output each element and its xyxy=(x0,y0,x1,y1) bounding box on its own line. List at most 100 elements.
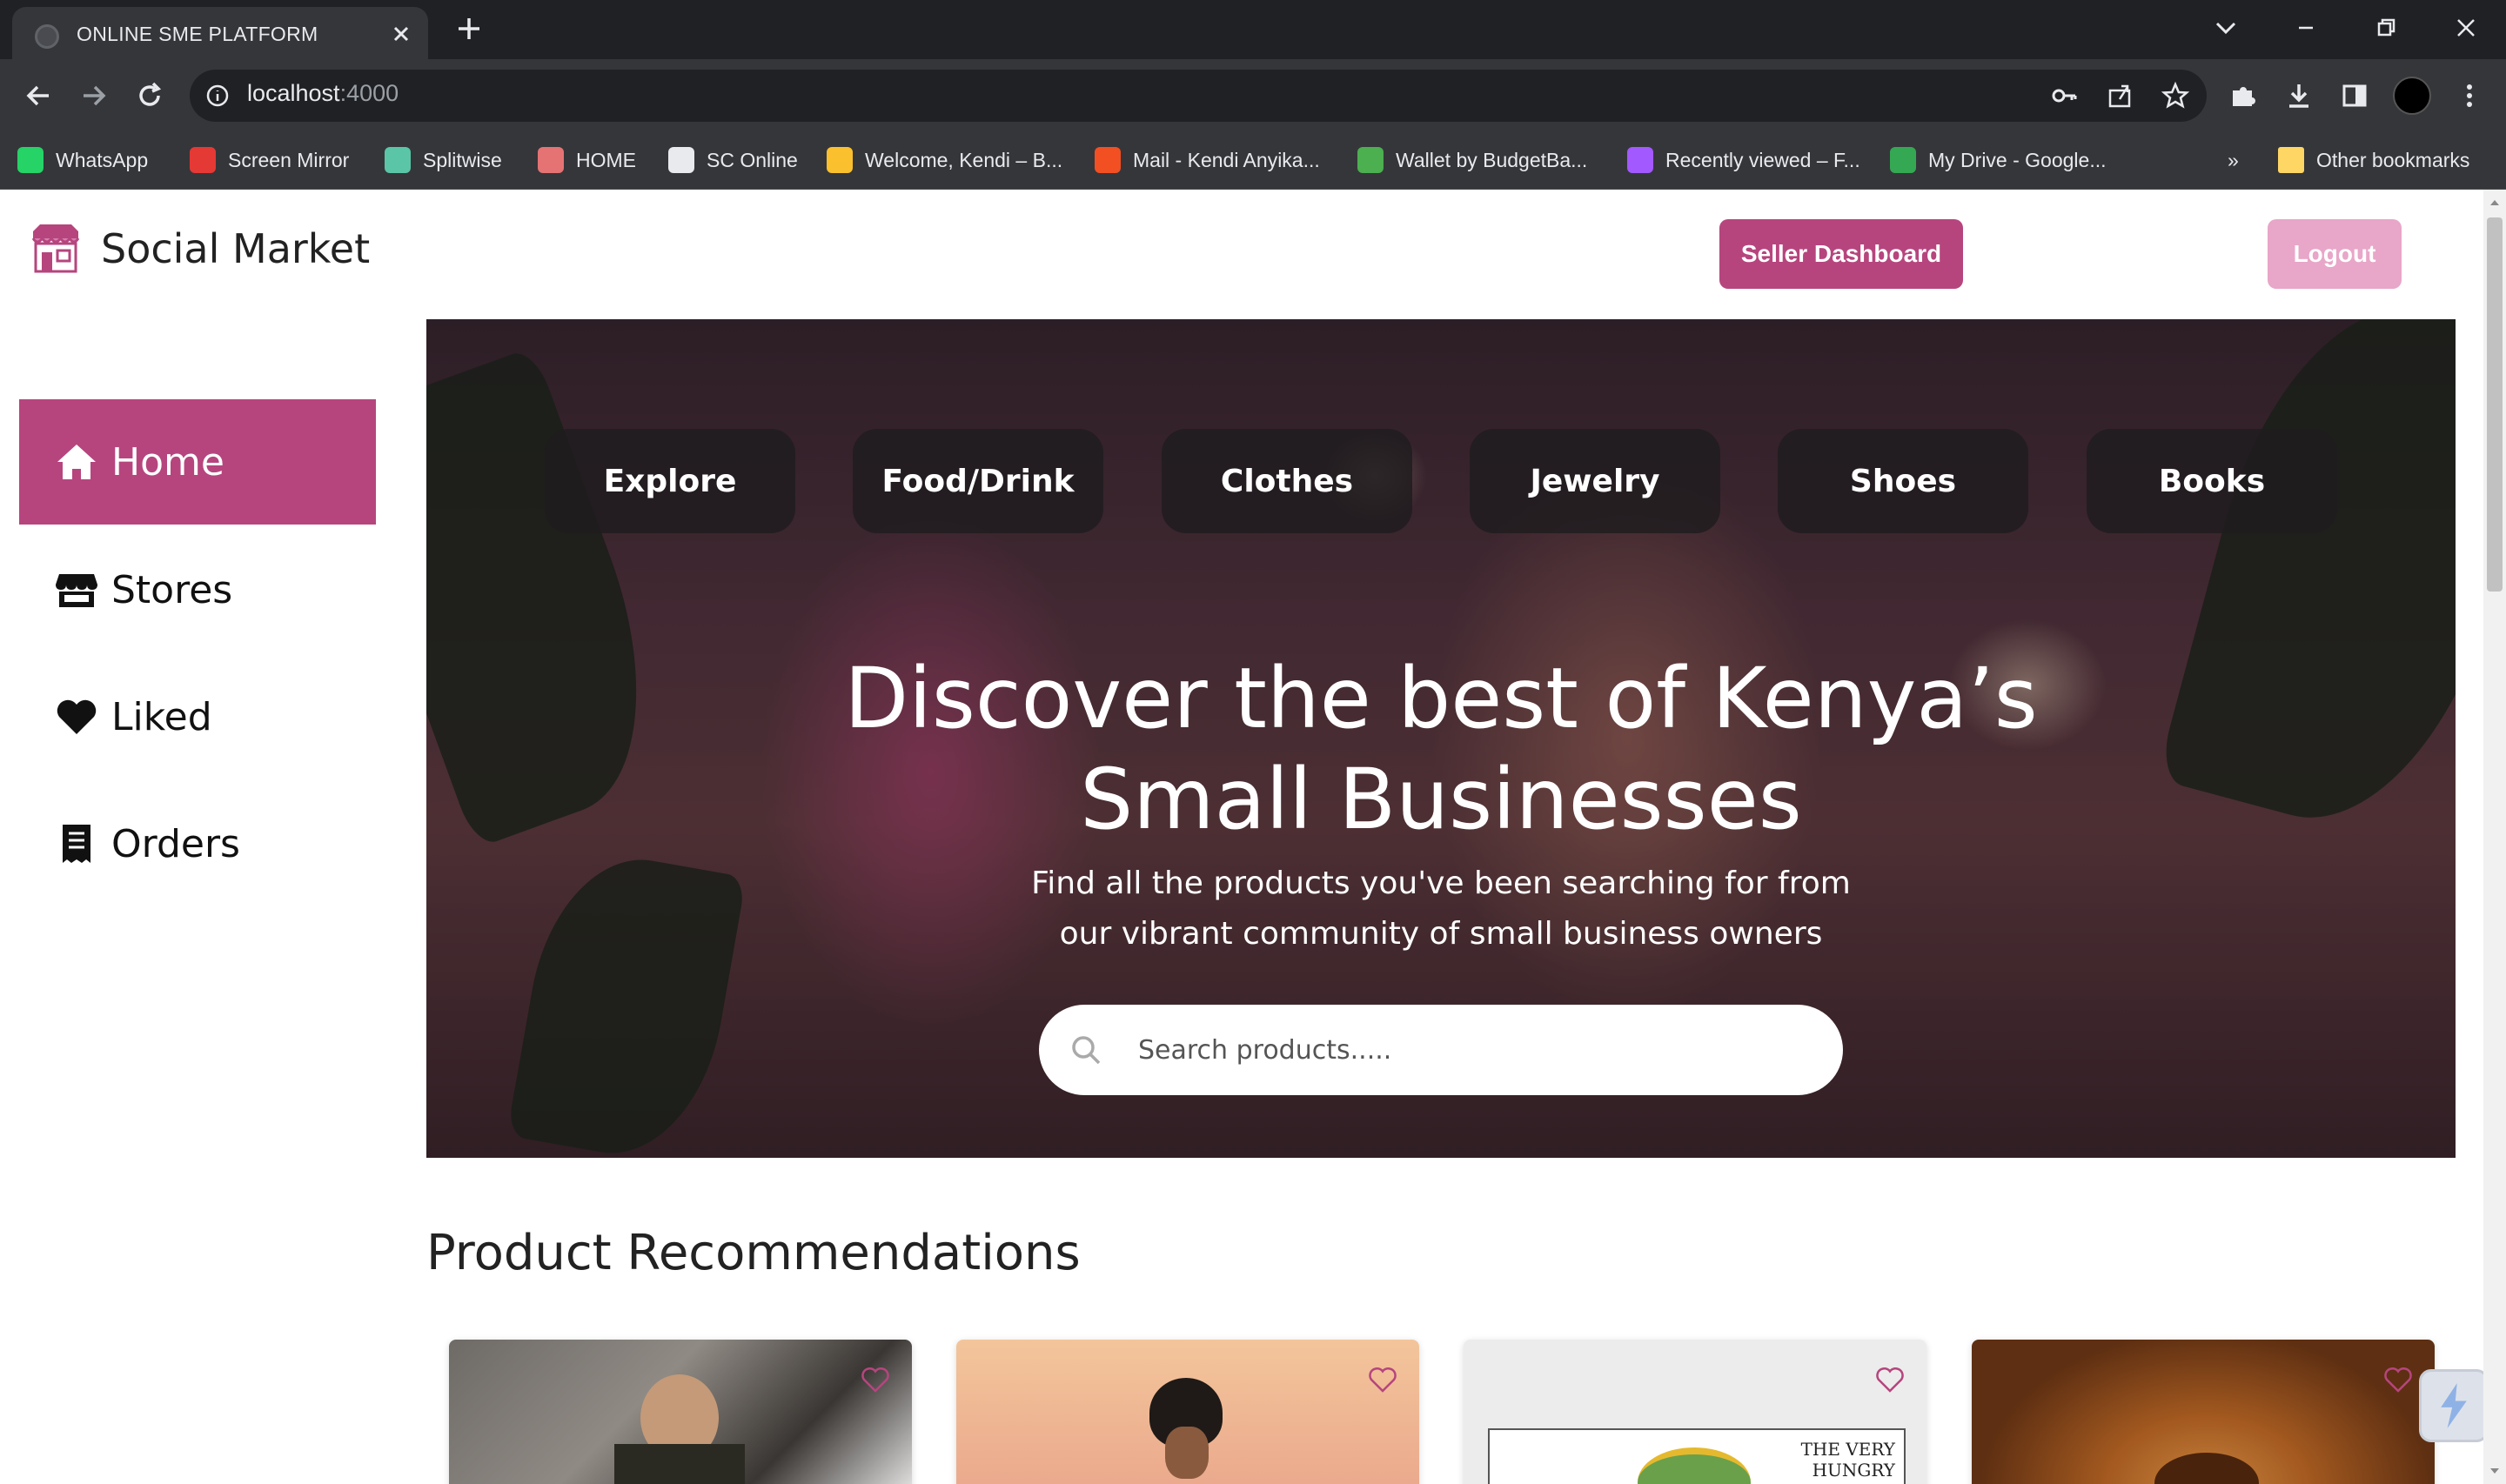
browser-tab-strip: ONLINE SME PLATFORM xyxy=(0,0,2506,59)
bookmark-star-icon[interactable] xyxy=(2160,80,2191,111)
receipt-icon xyxy=(63,825,90,863)
key-icon[interactable] xyxy=(2048,80,2080,111)
splitwise-icon xyxy=(385,147,411,173)
seller-dashboard-button[interactable]: Seller Dashboard xyxy=(1719,219,1963,289)
lightning-icon xyxy=(2441,1383,2467,1428)
category-books[interactable]: Books xyxy=(2087,429,2337,533)
sidebar-item-stores[interactable]: Stores xyxy=(19,527,376,652)
assistant-launcher-button[interactable] xyxy=(2419,1369,2483,1442)
share-icon[interactable] xyxy=(2104,80,2135,111)
category-shoes[interactable]: Shoes xyxy=(1778,429,2028,533)
tab-search-chevron-icon[interactable] xyxy=(2208,10,2243,45)
brand[interactable]: Social Market xyxy=(28,221,370,277)
reload-icon[interactable] xyxy=(132,78,167,113)
like-heart-icon[interactable] xyxy=(2382,1364,2414,1395)
scroll-thumb[interactable] xyxy=(2487,217,2503,592)
bookmark-item[interactable]: Splitwise xyxy=(385,143,502,177)
book-cover-text: THE VERY HUNGRY xyxy=(1800,1439,1895,1481)
sidebar-item-label: Liked xyxy=(111,694,212,739)
page-scrollbar[interactable] xyxy=(2483,190,2506,1484)
category-clothes[interactable]: Clothes xyxy=(1162,429,1412,533)
bookmark-label: Splitwise xyxy=(423,148,502,171)
url-text[interactable]: localhost:4000 xyxy=(247,80,399,107)
sidebar-item-label: Home xyxy=(111,439,224,485)
bookmark-item[interactable]: WhatsApp xyxy=(17,143,148,177)
bookmark-item[interactable]: My Drive - Google... xyxy=(1890,143,2107,177)
google-drive-icon xyxy=(1890,147,1916,173)
home-bookmark-icon xyxy=(538,147,564,173)
search-bar[interactable] xyxy=(1039,1005,1843,1095)
home-icon xyxy=(57,445,96,479)
bar-chart-icon xyxy=(827,147,853,173)
new-tab-icon[interactable] xyxy=(454,14,484,43)
minimize-icon[interactable] xyxy=(2288,10,2323,45)
address-bar[interactable] xyxy=(190,70,2207,122)
product-card[interactable] xyxy=(449,1340,912,1484)
bookmark-label: Wallet by BudgetBa... xyxy=(1396,148,1588,171)
folder-icon xyxy=(2278,147,2304,173)
recommendations-title: Product Recommendations xyxy=(426,1225,1081,1281)
hero-subtitle: Find all the products you've been search… xyxy=(1031,866,1851,952)
bookmark-item[interactable]: SC Online xyxy=(668,143,798,177)
bookmark-label: Welcome, Kendi – B... xyxy=(865,148,1063,171)
side-panel-icon[interactable] xyxy=(2337,78,2372,113)
search-input[interactable] xyxy=(1138,1027,1817,1073)
menu-kebab-icon[interactable] xyxy=(2452,78,2487,113)
screen-mirror-icon xyxy=(190,147,216,173)
forward-icon[interactable] xyxy=(77,78,111,113)
logout-button[interactable]: Logout xyxy=(2268,219,2402,289)
bookmark-item[interactable]: Welcome, Kendi – B... xyxy=(827,143,1062,177)
overflow-chevron-icon[interactable]: » xyxy=(2228,149,2239,172)
sidebar-item-label: Stores xyxy=(111,567,233,612)
microsoft-icon xyxy=(1095,147,1121,173)
category-explore[interactable]: Explore xyxy=(545,429,795,533)
bookmark-label: WhatsApp xyxy=(56,148,149,171)
store-icon xyxy=(56,574,97,607)
sidebar-item-liked[interactable]: Liked xyxy=(19,654,376,779)
product-image: THE VERY HUNGRY xyxy=(1488,1428,1906,1484)
profile-avatar[interactable] xyxy=(2393,77,2431,115)
close-window-icon[interactable] xyxy=(2449,10,2483,45)
site-info-icon[interactable] xyxy=(204,82,231,110)
restore-icon[interactable] xyxy=(2369,10,2403,45)
other-bookmarks[interactable]: Other bookmarks xyxy=(2278,143,2469,177)
product-card[interactable] xyxy=(1972,1340,2435,1484)
product-card[interactable]: THE VERY HUNGRY xyxy=(1464,1340,1926,1484)
sidebar-item-orders[interactable]: Orders xyxy=(19,781,376,906)
bookmark-label: SC Online xyxy=(707,148,798,171)
category-jewelry[interactable]: Jewelry xyxy=(1470,429,1720,533)
bookmark-label: Mail - Kendi Anyika... xyxy=(1133,148,1320,171)
bookmark-label: My Drive - Google... xyxy=(1928,148,2107,171)
category-food-drink[interactable]: Food/Drink xyxy=(853,429,1103,533)
extensions-icon[interactable] xyxy=(2226,78,2261,113)
globe-favicon-icon xyxy=(35,24,59,49)
tab-title: ONLINE SME PLATFORM xyxy=(77,23,318,45)
bookmark-item[interactable]: HOME xyxy=(538,143,636,177)
figma-icon xyxy=(1627,147,1653,173)
download-icon[interactable] xyxy=(2282,78,2316,113)
sidebar-item-home[interactable]: Home xyxy=(19,399,376,525)
bookmark-label: HOME xyxy=(576,148,636,171)
like-heart-icon[interactable] xyxy=(860,1364,891,1395)
whatsapp-icon xyxy=(17,147,44,173)
browser-tab[interactable]: ONLINE SME PLATFORM xyxy=(12,7,428,59)
sidebar-item-label: Orders xyxy=(111,821,240,866)
product-card[interactable] xyxy=(956,1340,1419,1484)
like-heart-icon[interactable] xyxy=(1874,1364,1906,1395)
close-tab-icon[interactable] xyxy=(388,21,414,47)
hero-title: Discover the best of Kenya’s Small Busin… xyxy=(844,650,2038,848)
storefront-logo-icon xyxy=(31,224,80,273)
scroll-up-icon[interactable] xyxy=(2489,197,2501,209)
bookmark-item[interactable]: Recently viewed – F... xyxy=(1627,143,1860,177)
bookmarks-overflow[interactable]: » xyxy=(2228,143,2239,177)
brand-name: Social Market xyxy=(101,225,371,272)
back-icon[interactable] xyxy=(21,78,56,113)
product-image xyxy=(2154,1453,2259,1484)
like-heart-icon[interactable] xyxy=(1367,1364,1398,1395)
wallet-icon xyxy=(1357,147,1384,173)
bookmark-item[interactable]: Wallet by BudgetBa... xyxy=(1357,143,1587,177)
bookmark-item[interactable]: Mail - Kendi Anyika... xyxy=(1095,143,1320,177)
scroll-down-icon[interactable] xyxy=(2489,1465,2501,1477)
page-viewport: Social Market Seller Dashboard Logout Ho… xyxy=(0,190,2483,1484)
bookmark-item[interactable]: Screen Mirror xyxy=(190,143,349,177)
